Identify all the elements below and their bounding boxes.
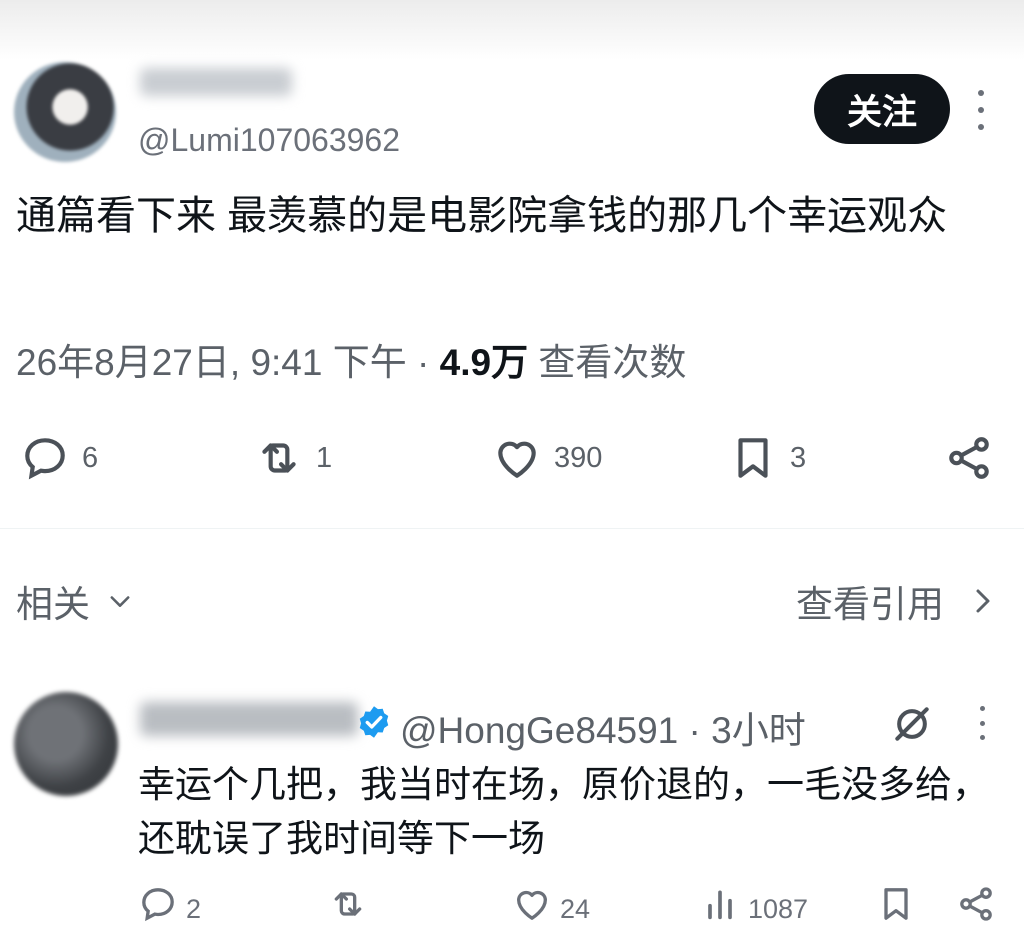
- author-name-blurred[interactable]: [140, 68, 292, 96]
- bookmark-icon: [738, 438, 768, 478]
- reply-repost-action[interactable]: [328, 884, 368, 924]
- author-avatar[interactable]: [14, 62, 116, 162]
- post-timestamp[interactable]: 26年8月27日, 9:41 下午: [16, 342, 407, 383]
- reply-bookmark-action[interactable]: [876, 884, 916, 924]
- post-text: 通篇看下来 最羡慕的是电影院拿钱的那几个幸运观众: [16, 194, 948, 238]
- like-action[interactable]: 390: [492, 428, 602, 488]
- reply-icon: [25, 438, 65, 480]
- reply-more-options-icon[interactable]: [972, 706, 992, 740]
- reply-like-action[interactable]: 24: [512, 884, 590, 925]
- more-options-icon[interactable]: [970, 90, 992, 130]
- views-label: 查看次数: [538, 342, 687, 383]
- bookmark-count: 3: [790, 441, 807, 474]
- reply-author-avatar[interactable]: [14, 692, 118, 796]
- heart-icon: [517, 890, 547, 920]
- views-chart-icon: [708, 890, 732, 920]
- reply-reply-action[interactable]: 2: [138, 884, 201, 925]
- reply-views-count: 1087: [748, 894, 809, 924]
- post-action-bar: 6 1 390 3: [0, 428, 1024, 488]
- grok-icon[interactable]: [890, 702, 934, 746]
- repost-icon: [334, 892, 362, 916]
- chevron-down-icon: [110, 596, 130, 607]
- like-count: 390: [554, 441, 603, 474]
- reply-action[interactable]: 6: [20, 428, 98, 488]
- reply-handle-time[interactable]: @HongGe84591 · 3小时: [400, 700, 806, 754]
- chevron-right-icon: [976, 589, 990, 613]
- verified-badge-icon: [359, 706, 389, 738]
- repost-icon: [262, 443, 296, 473]
- reply-like-count: 24: [560, 894, 591, 924]
- repost-action[interactable]: 1: [254, 428, 332, 488]
- share-icon: [960, 887, 992, 921]
- related-dropdown[interactable]: 相关: [16, 574, 134, 628]
- share-action[interactable]: [944, 428, 994, 488]
- reply-action-bar: 2 24 1087: [0, 884, 1024, 924]
- bookmark-action[interactable]: 3: [728, 428, 806, 488]
- reply-author-name-blurred[interactable]: [140, 702, 358, 736]
- meta-separator: ·: [417, 342, 430, 383]
- section-divider: [0, 528, 1024, 529]
- share-icon: [949, 437, 989, 479]
- bookmark-icon: [884, 888, 908, 920]
- view-quotes-label: 查看引用: [796, 584, 944, 625]
- related-label: 相关: [16, 584, 90, 625]
- top-status-area: [0, 0, 1024, 60]
- author-handle[interactable]: @Lumi107063962: [138, 122, 400, 159]
- reply-reply-count: 2: [186, 894, 202, 924]
- post-meta: 26年8月27日, 9:41 下午 · 4.9万 查看次数: [16, 332, 686, 386]
- reply-share-action[interactable]: [956, 884, 996, 924]
- view-quotes-link[interactable]: 查看引用: [796, 574, 996, 628]
- follow-button[interactable]: 关注: [814, 74, 950, 144]
- heart-icon: [498, 441, 536, 478]
- views-count: 4.9万: [439, 342, 529, 383]
- reply-count: 6: [82, 441, 99, 474]
- reply-views-action[interactable]: 1087: [700, 884, 808, 925]
- reply-text: 幸运个几把，我当时在场，原价退的，一毛没多给，还耽误了我时间等下一场: [138, 764, 989, 859]
- reply-icon: [142, 888, 174, 922]
- repost-count: 1: [316, 441, 333, 474]
